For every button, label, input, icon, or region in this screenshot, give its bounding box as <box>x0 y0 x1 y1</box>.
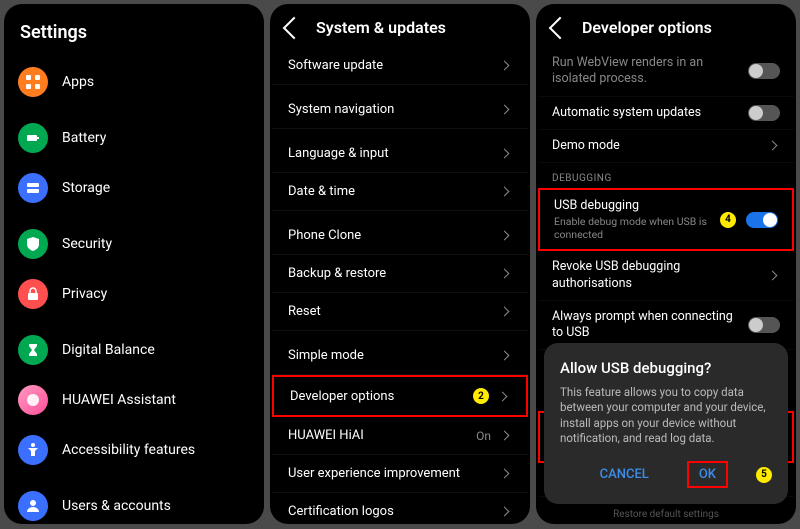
chevron-right-icon <box>500 507 510 517</box>
toggle-switch[interactable] <box>748 105 780 121</box>
item-label: Privacy <box>62 286 250 302</box>
apps-icon <box>18 67 48 97</box>
page-title: System & updates <box>316 18 446 37</box>
item-label: Digital Balance <box>62 342 250 358</box>
row-webview-isolated[interactable]: Run WebView renders in an isolated proce… <box>538 47 794 97</box>
accessibility-icon <box>18 435 48 465</box>
sidebar-item-security[interactable]: Security <box>6 219 262 269</box>
step-badge-5: 5 <box>756 467 772 483</box>
screen-header: Developer options <box>538 4 794 47</box>
row-date-time[interactable]: Date & time <box>272 173 528 211</box>
toggle-switch[interactable] <box>748 63 780 79</box>
item-label: Battery <box>62 130 250 146</box>
developer-options-screen: Developer options Run WebView renders in… <box>536 4 796 524</box>
chevron-right-icon <box>498 391 508 401</box>
shield-icon <box>18 229 48 259</box>
chevron-right-icon <box>500 149 510 159</box>
item-label: Accessibility features <box>62 442 250 458</box>
toggle-switch[interactable] <box>748 317 780 333</box>
row-reset[interactable]: Reset <box>272 293 528 331</box>
assistant-icon <box>18 385 48 415</box>
settings-header: Settings <box>6 4 262 57</box>
row-revoke-usb[interactable]: Revoke USB debugging authorisations <box>538 251 794 301</box>
ok-button[interactable]: OK <box>687 461 728 488</box>
dialog-title: Allow USB debugging? <box>560 359 772 377</box>
chevron-right-icon <box>500 269 510 279</box>
sidebar-item-privacy[interactable]: Privacy <box>6 269 262 319</box>
page-title: Developer options <box>582 18 712 37</box>
battery-icon <box>18 123 48 153</box>
row-backup-restore[interactable]: Backup & restore <box>272 255 528 293</box>
back-icon[interactable] <box>283 16 306 39</box>
row-usb-debugging[interactable]: USB debugging Enable debug mode when USB… <box>538 188 794 251</box>
chevron-right-icon <box>768 271 778 281</box>
storage-icon <box>18 173 48 203</box>
row-auto-updates[interactable]: Automatic system updates <box>538 97 794 130</box>
item-label: Security <box>62 236 250 252</box>
screen-header: System & updates <box>272 4 528 47</box>
chevron-right-icon <box>500 431 510 441</box>
chevron-right-icon <box>500 187 510 197</box>
row-certification-logos[interactable]: Certification logos <box>272 493 528 524</box>
sidebar-item-apps[interactable]: Apps <box>6 57 262 107</box>
chevron-right-icon <box>500 61 510 71</box>
sidebar-item-digital-balance[interactable]: Digital Balance <box>6 325 262 375</box>
system-updates-screen: System & updates Software update System … <box>270 4 530 524</box>
item-label: Storage <box>62 180 250 196</box>
sidebar-item-battery[interactable]: Battery <box>6 113 262 163</box>
usb-debugging-dialog: Allow USB debugging? This feature allows… <box>544 343 788 504</box>
step-badge-4: 4 <box>720 212 736 228</box>
section-debugging: DEBUGGING <box>538 163 794 188</box>
chevron-right-icon <box>768 141 778 151</box>
users-icon <box>18 491 48 521</box>
chevron-right-icon <box>500 469 510 479</box>
cancel-button[interactable]: CANCEL <box>590 463 659 486</box>
row-demo-mode[interactable]: Demo mode <box>538 130 794 163</box>
row-software-update[interactable]: Software update <box>272 47 528 85</box>
step-badge-2: 2 <box>473 388 489 404</box>
sidebar-item-huawei-assistant[interactable]: HUAWEI Assistant <box>6 375 262 425</box>
row-simple-mode[interactable]: Simple mode <box>272 337 528 375</box>
sidebar-item-accessibility[interactable]: Accessibility features <box>6 425 262 475</box>
lock-icon <box>18 279 48 309</box>
row-phone-clone[interactable]: Phone Clone <box>272 217 528 255</box>
back-icon[interactable] <box>549 16 572 39</box>
page-title: Settings <box>20 22 87 43</box>
sidebar-item-users-accounts[interactable]: Users & accounts <box>6 481 262 524</box>
item-label: Users & accounts <box>62 498 250 514</box>
hourglass-icon <box>18 335 48 365</box>
row-developer-options[interactable]: Developer options 2 <box>272 375 528 417</box>
sidebar-item-storage[interactable]: Storage <box>6 163 262 213</box>
toggle-switch[interactable] <box>746 212 778 228</box>
item-label: HUAWEI Assistant <box>62 392 250 408</box>
restore-default-text: Restore default settings <box>536 509 796 520</box>
dialog-body: This feature allows you to copy data bet… <box>560 385 772 447</box>
settings-screen: Settings Apps Battery Storage Security P… <box>4 4 264 524</box>
row-huawei-hiai[interactable]: HUAWEI HiAIOn <box>272 417 528 455</box>
row-system-navigation[interactable]: System navigation <box>272 91 528 129</box>
chevron-right-icon <box>500 231 510 241</box>
row-language-input[interactable]: Language & input <box>272 135 528 173</box>
item-label: Apps <box>62 74 250 90</box>
chevron-right-icon <box>500 105 510 115</box>
row-user-experience[interactable]: User experience improvement <box>272 455 528 493</box>
chevron-right-icon <box>500 307 510 317</box>
chevron-right-icon <box>500 351 510 361</box>
